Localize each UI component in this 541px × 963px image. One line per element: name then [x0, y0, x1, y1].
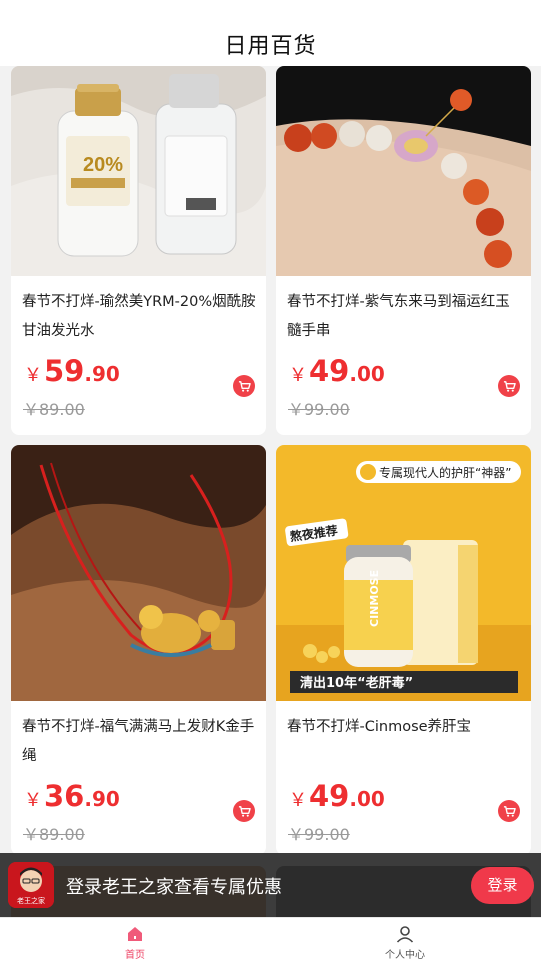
currency-symbol: ￥ — [24, 365, 42, 386]
tab-home-label: 首页 — [125, 950, 145, 961]
original-price: ￥89.00 — [23, 825, 85, 844]
price-integer: 59 — [44, 354, 85, 388]
home-icon — [128, 927, 142, 941]
price-decimal: .90 — [84, 787, 120, 811]
image-banner-text: 专属现代人的护肝“神器” — [379, 465, 511, 480]
currency-symbol: ￥ — [24, 790, 42, 811]
original-price: ￥99.00 — [288, 400, 350, 419]
logo-text: 老王之家 — [17, 896, 45, 905]
user-icon — [396, 926, 414, 943]
product-price: ￥59.90 — [24, 354, 120, 388]
price-integer: 49 — [309, 779, 350, 813]
cart-icon — [238, 380, 251, 392]
price-decimal: .90 — [84, 362, 120, 386]
supplement-bottle-photo[interactable]: 专属现代人的护肝“神器” 熬夜推荐 CINMOSE 清出10年“老肝毒” — [276, 445, 531, 701]
product-name[interactable]: 春节不打烊-Cinmose养肝宝 — [287, 713, 521, 742]
top-header: 日用百货 — [0, 0, 541, 66]
product-card[interactable]: 20% 春节不打烊-瑜然美YRM-20%烟酰胺甘油发光水 ￥59.90 ￥89.… — [11, 66, 266, 435]
page-title: 日用百货 — [224, 34, 317, 59]
red-string-gold-horse-photo[interactable] — [11, 445, 266, 701]
serum-bottles-photo[interactable]: 20% — [11, 66, 266, 276]
login-button[interactable]: 登录 — [471, 867, 534, 904]
currency-symbol: ￥ — [289, 790, 307, 811]
product-price: ￥36.90 — [24, 779, 120, 813]
app-logo: 老王之家 — [8, 862, 54, 908]
original-price: ￥89.00 — [23, 400, 85, 419]
login-promo-text: 登录老王之家查看专属优惠 — [66, 877, 282, 898]
image-bottom-text: 清出10年“老肝毒” — [300, 675, 413, 691]
product-name[interactable]: 春节不打烊-福气满满马上发财K金手绳 — [22, 713, 256, 771]
add-to-cart-button[interactable] — [498, 800, 520, 822]
cart-icon — [503, 805, 516, 817]
add-to-cart-button[interactable] — [498, 375, 520, 397]
tab-profile[interactable]: 个人中心 — [270, 918, 540, 963]
bottom-tab-bar: 首页 个人中心 — [0, 917, 541, 963]
price-integer: 49 — [309, 354, 350, 388]
tab-profile-label: 个人中心 — [385, 950, 425, 961]
cart-icon — [238, 805, 251, 817]
product-card[interactable]: 专属现代人的护肝“神器” 熬夜推荐 CINMOSE 清出10年“老肝毒” 春节不… — [276, 445, 531, 855]
price-decimal: .00 — [349, 787, 385, 811]
svg-text:20%: 20% — [83, 154, 123, 176]
add-to-cart-button[interactable] — [233, 800, 255, 822]
price-integer: 36 — [44, 779, 85, 813]
bracelet-photo[interactable] — [276, 66, 531, 276]
product-name[interactable]: 春节不打烊-瑜然美YRM-20%烟酰胺甘油发光水 — [22, 288, 256, 346]
cart-icon — [503, 380, 516, 392]
tab-home[interactable]: 首页 — [0, 918, 270, 963]
image-brand-text: CINMOSE — [368, 570, 381, 627]
login-promo-bar: 老王之家 登录老王之家查看专属优惠 登录 — [0, 853, 541, 917]
product-card[interactable]: 春节不打烊-福气满满马上发财K金手绳 ￥36.90 ￥89.00 — [11, 445, 266, 855]
product-price: ￥49.00 — [289, 354, 385, 388]
original-price: ￥99.00 — [288, 825, 350, 844]
currency-symbol: ￥ — [289, 365, 307, 386]
product-card[interactable]: 春节不打烊-紫气东来马到福运红玉髓手串 ￥49.00 ￥99.00 — [276, 66, 531, 435]
product-name[interactable]: 春节不打烊-紫气东来马到福运红玉髓手串 — [287, 288, 521, 346]
price-decimal: .00 — [349, 362, 385, 386]
product-price: ￥49.00 — [289, 779, 385, 813]
add-to-cart-button[interactable] — [233, 375, 255, 397]
